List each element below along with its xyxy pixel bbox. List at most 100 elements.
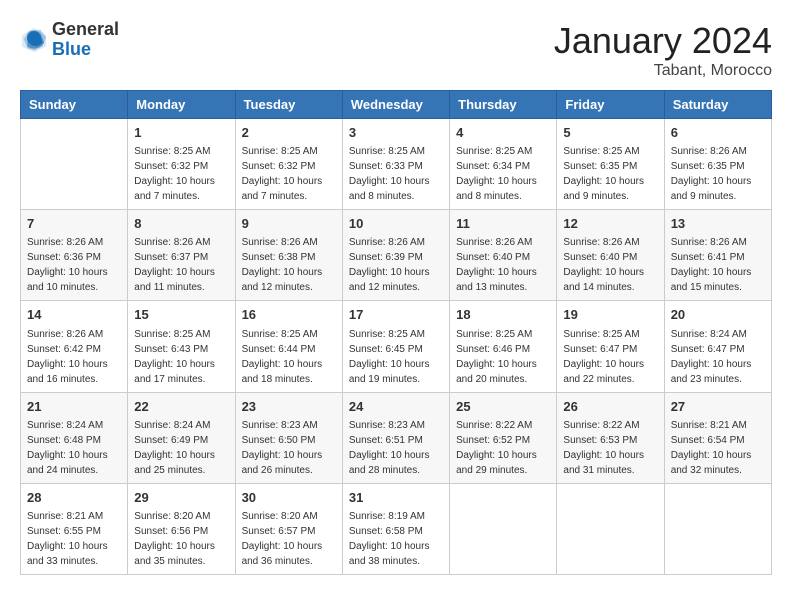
day-number: 1 (134, 124, 228, 142)
calendar-table: SundayMondayTuesdayWednesdayThursdayFrid… (20, 90, 772, 575)
day-number: 28 (27, 489, 121, 507)
title-block: January 2024 Tabant, Morocco (554, 20, 772, 80)
header-friday: Friday (557, 91, 664, 119)
day-info: Sunrise: 8:24 AMSunset: 6:47 PMDaylight:… (671, 327, 765, 387)
day-info: Sunrise: 8:26 AMSunset: 6:42 PMDaylight:… (27, 327, 121, 387)
calendar-cell: 14 Sunrise: 8:26 AMSunset: 6:42 PMDayligh… (21, 301, 128, 392)
calendar-cell: 30Sunrise: 8:20 AMSunset: 6:57 PMDayligh… (235, 483, 342, 574)
logo: General Blue (20, 20, 119, 60)
calendar-cell: 6 Sunrise: 8:26 AMSunset: 6:35 PMDaylight… (664, 119, 771, 210)
calendar-cell: 11 Sunrise: 8:26 AMSunset: 6:40 PMDayligh… (450, 210, 557, 301)
calendar-week-4: 21 Sunrise: 8:24 AMSunset: 6:48 PMDayligh… (21, 392, 772, 483)
location-subtitle: Tabant, Morocco (554, 62, 772, 80)
day-number: 12 (563, 215, 657, 233)
calendar-cell: 27Sunrise: 8:21 AMSunset: 6:54 PMDayligh… (664, 392, 771, 483)
calendar-week-1: 1 Sunrise: 8:25 AMSunset: 6:32 PMDaylight… (21, 119, 772, 210)
day-info: Sunrise: 8:26 AMSunset: 6:40 PMDaylight:… (456, 235, 550, 295)
day-info: Sunrise: 8:25 AMSunset: 6:32 PMDaylight:… (242, 144, 336, 204)
calendar-week-5: 28Sunrise: 8:21 AMSunset: 6:55 PMDayligh… (21, 483, 772, 574)
calendar-cell: 4 Sunrise: 8:25 AMSunset: 6:34 PMDaylight… (450, 119, 557, 210)
calendar-cell: 18 Sunrise: 8:25 AMSunset: 6:46 PMDayligh… (450, 301, 557, 392)
calendar-cell: 9 Sunrise: 8:26 AMSunset: 6:38 PMDaylight… (235, 210, 342, 301)
logo-general: General (52, 20, 119, 40)
day-number: 18 (456, 306, 550, 324)
day-info: Sunrise: 8:22 AMSunset: 6:52 PMDaylight:… (456, 418, 550, 478)
calendar-cell: 22 Sunrise: 8:24 AMSunset: 6:49 PMDayligh… (128, 392, 235, 483)
header-saturday: Saturday (664, 91, 771, 119)
day-info: Sunrise: 8:26 AMSunset: 6:36 PMDaylight:… (27, 235, 121, 295)
day-info: Sunrise: 8:25 AMSunset: 6:33 PMDaylight:… (349, 144, 443, 204)
calendar-cell (664, 483, 771, 574)
day-number: 31 (349, 489, 443, 507)
calendar-cell: 8 Sunrise: 8:26 AMSunset: 6:37 PMDaylight… (128, 210, 235, 301)
day-info: Sunrise: 8:25 AMSunset: 6:35 PMDaylight:… (563, 144, 657, 204)
day-info: Sunrise: 8:25 AMSunset: 6:32 PMDaylight:… (134, 144, 228, 204)
header-thursday: Thursday (450, 91, 557, 119)
day-info: Sunrise: 8:26 AMSunset: 6:40 PMDaylight:… (563, 235, 657, 295)
day-number: 17 (349, 306, 443, 324)
day-number: 29 (134, 489, 228, 507)
day-info: Sunrise: 8:26 AMSunset: 6:35 PMDaylight:… (671, 144, 765, 204)
calendar-cell: 21 Sunrise: 8:24 AMSunset: 6:48 PMDayligh… (21, 392, 128, 483)
day-number: 10 (349, 215, 443, 233)
day-number: 6 (671, 124, 765, 142)
day-number: 11 (456, 215, 550, 233)
calendar-cell: 7 Sunrise: 8:26 AMSunset: 6:36 PMDaylight… (21, 210, 128, 301)
calendar-cell: 28Sunrise: 8:21 AMSunset: 6:55 PMDayligh… (21, 483, 128, 574)
calendar-cell: 29Sunrise: 8:20 AMSunset: 6:56 PMDayligh… (128, 483, 235, 574)
day-info: Sunrise: 8:25 AMSunset: 6:47 PMDaylight:… (563, 327, 657, 387)
day-info: Sunrise: 8:22 AMSunset: 6:53 PMDaylight:… (563, 418, 657, 478)
day-info: Sunrise: 8:26 AMSunset: 6:38 PMDaylight:… (242, 235, 336, 295)
day-number: 21 (27, 398, 121, 416)
day-number: 20 (671, 306, 765, 324)
day-info: Sunrise: 8:26 AMSunset: 6:37 PMDaylight:… (134, 235, 228, 295)
day-number: 22 (134, 398, 228, 416)
calendar-cell: 13Sunrise: 8:26 AMSunset: 6:41 PMDayligh… (664, 210, 771, 301)
calendar-cell: 12 Sunrise: 8:26 AMSunset: 6:40 PMDayligh… (557, 210, 664, 301)
calendar-cell: 24Sunrise: 8:23 AMSunset: 6:51 PMDayligh… (342, 392, 449, 483)
day-info: Sunrise: 8:23 AMSunset: 6:51 PMDaylight:… (349, 418, 443, 478)
day-info: Sunrise: 8:19 AMSunset: 6:58 PMDaylight:… (349, 509, 443, 569)
day-info: Sunrise: 8:24 AMSunset: 6:49 PMDaylight:… (134, 418, 228, 478)
calendar-cell (557, 483, 664, 574)
logo-blue: Blue (52, 40, 119, 60)
day-info: Sunrise: 8:25 AMSunset: 6:46 PMDaylight:… (456, 327, 550, 387)
page-header: General Blue January 2024 Tabant, Morocc… (20, 20, 772, 80)
calendar-cell: 31 Sunrise: 8:19 AMSunset: 6:58 PMDayligh… (342, 483, 449, 574)
day-info: Sunrise: 8:25 AMSunset: 6:45 PMDaylight:… (349, 327, 443, 387)
day-info: Sunrise: 8:25 AMSunset: 6:44 PMDaylight:… (242, 327, 336, 387)
calendar-header-row: SundayMondayTuesdayWednesdayThursdayFrid… (21, 91, 772, 119)
calendar-cell: 25 Sunrise: 8:22 AMSunset: 6:52 PMDayligh… (450, 392, 557, 483)
day-info: Sunrise: 8:20 AMSunset: 6:57 PMDaylight:… (242, 509, 336, 569)
day-number: 23 (242, 398, 336, 416)
day-number: 13 (671, 215, 765, 233)
header-tuesday: Tuesday (235, 91, 342, 119)
day-number: 14 (27, 306, 121, 324)
day-number: 15 (134, 306, 228, 324)
calendar-cell: 10 Sunrise: 8:26 AMSunset: 6:39 PMDayligh… (342, 210, 449, 301)
day-info: Sunrise: 8:24 AMSunset: 6:48 PMDaylight:… (27, 418, 121, 478)
calendar-cell: 15Sunrise: 8:25 AMSunset: 6:43 PMDayligh… (128, 301, 235, 392)
day-number: 19 (563, 306, 657, 324)
header-sunday: Sunday (21, 91, 128, 119)
day-number: 9 (242, 215, 336, 233)
calendar-cell: 5Sunrise: 8:25 AMSunset: 6:35 PMDaylight… (557, 119, 664, 210)
calendar-cell: 26Sunrise: 8:22 AMSunset: 6:53 PMDayligh… (557, 392, 664, 483)
day-number: 4 (456, 124, 550, 142)
day-number: 7 (27, 215, 121, 233)
calendar-cell (450, 483, 557, 574)
calendar-cell: 23Sunrise: 8:23 AMSunset: 6:50 PMDayligh… (235, 392, 342, 483)
calendar-cell (21, 119, 128, 210)
day-info: Sunrise: 8:25 AMSunset: 6:34 PMDaylight:… (456, 144, 550, 204)
day-number: 16 (242, 306, 336, 324)
day-number: 8 (134, 215, 228, 233)
calendar-cell: 2Sunrise: 8:25 AMSunset: 6:32 PMDaylight… (235, 119, 342, 210)
day-info: Sunrise: 8:26 AMSunset: 6:39 PMDaylight:… (349, 235, 443, 295)
calendar-cell: 3Sunrise: 8:25 AMSunset: 6:33 PMDaylight… (342, 119, 449, 210)
logo-text: General Blue (52, 20, 119, 60)
calendar-cell: 16 Sunrise: 8:25 AMSunset: 6:44 PMDayligh… (235, 301, 342, 392)
day-number: 25 (456, 398, 550, 416)
calendar-week-3: 14 Sunrise: 8:26 AMSunset: 6:42 PMDayligh… (21, 301, 772, 392)
calendar-cell: 19 Sunrise: 8:25 AMSunset: 6:47 PMDayligh… (557, 301, 664, 392)
day-info: Sunrise: 8:21 AMSunset: 6:54 PMDaylight:… (671, 418, 765, 478)
